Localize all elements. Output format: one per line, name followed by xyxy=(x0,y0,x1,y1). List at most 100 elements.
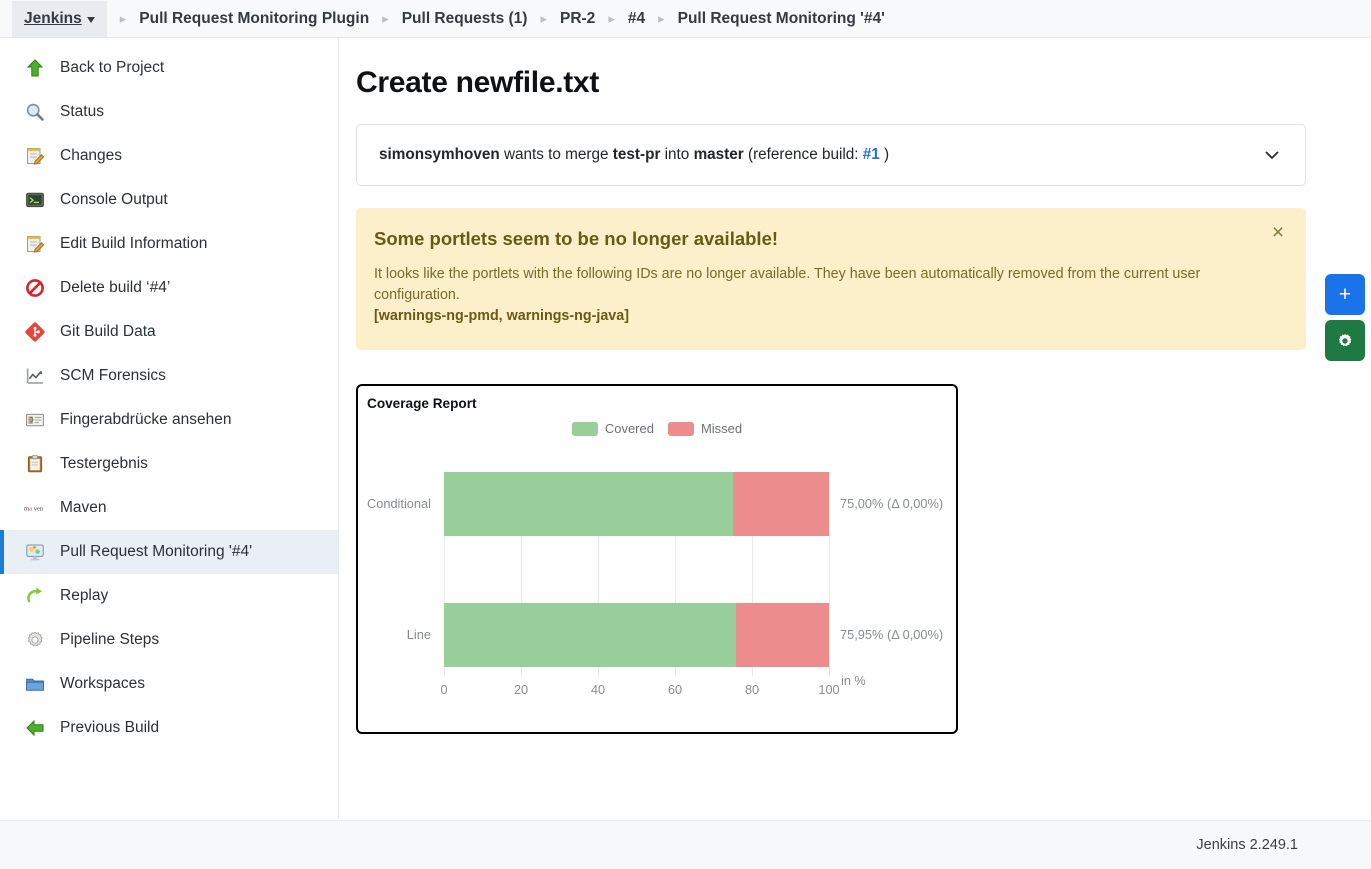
breadcrumb-separator-icon: ▸ xyxy=(119,10,127,26)
chart-gridline xyxy=(829,472,830,668)
legend-entry-missed[interactable]: Missed xyxy=(667,421,743,437)
sidebar-item-label: Delete build ‘#4’ xyxy=(60,279,171,296)
up-arrow-icon xyxy=(24,57,46,79)
sidebar-item-edit-build-information[interactable]: Edit Build Information xyxy=(0,222,338,266)
chart-bar-row[interactable]: Line 75,95% (Δ 0,00%) xyxy=(407,603,943,668)
sidebar-item-previous-build[interactable]: Previous Build xyxy=(0,706,338,750)
chart-x-tick-label: 0 xyxy=(440,683,448,698)
sidebar-item-label: Pipeline Steps xyxy=(60,631,160,648)
chart-x-tick-mark xyxy=(752,667,753,677)
monitor-icon xyxy=(24,541,46,563)
sidebar-item-label: Workspaces xyxy=(60,675,145,692)
sidebar-item-scm-forensics[interactable]: SCM Forensics xyxy=(0,354,338,398)
sidebar-item-label: Maven xyxy=(60,499,107,516)
breadcrumb-item-plugin[interactable]: Pull Request Monitoring Plugin xyxy=(139,10,369,28)
legend-entry-covered[interactable]: Covered xyxy=(571,421,654,437)
sidebar-item-label: SCM Forensics xyxy=(60,367,166,384)
chart-x-tick-label: 20 xyxy=(513,683,529,698)
warning-portlet-ids: [warnings-ng-pmd, warnings-ng-java] xyxy=(374,308,629,325)
reference-build-link[interactable]: #1 xyxy=(863,146,880,163)
sidebar-item-changes[interactable]: Changes xyxy=(0,134,338,178)
gear-icon xyxy=(1338,333,1352,346)
add-portlet-button[interactable]: + xyxy=(1325,274,1365,315)
chart-category-label: Conditional xyxy=(366,496,431,512)
sidebar-item-pull-request-monitoring[interactable]: Pull Request Monitoring '#4' xyxy=(0,530,338,574)
sidebar-item-workspaces[interactable]: Workspaces xyxy=(0,662,338,706)
pull-request-summary-text: simonsymhoven wants to merge test-pr int… xyxy=(379,146,889,164)
sidebar-item-pipeline-steps[interactable]: Pipeline Steps xyxy=(0,618,338,662)
chevron-down-icon xyxy=(86,16,95,23)
chart-bar-segment-missed[interactable] xyxy=(732,472,829,537)
breadcrumb-item-pull-requests[interactable]: Pull Requests (1) xyxy=(402,10,528,28)
legend-label-missed: Missed xyxy=(700,421,743,437)
breadcrumb: Jenkins ▸ Pull Request Monitoring Plugin… xyxy=(0,0,1371,38)
breadcrumb-separator-icon: ▸ xyxy=(608,10,615,26)
chart-x-tick-label: 80 xyxy=(744,683,760,698)
git-icon xyxy=(24,321,46,343)
jenkins-version-label: Jenkins 2.249.1 xyxy=(1196,837,1298,853)
sidebar-item-label: Replay xyxy=(60,587,109,604)
breadcrumb-item-jenkins[interactable]: Jenkins xyxy=(12,0,107,37)
legend-label-covered: Covered xyxy=(604,421,654,437)
portlets-warning-banner: Some portlets seem to be no longer avail… xyxy=(356,208,1306,351)
coverage-report-card: Coverage Report Covered Missed Condition… xyxy=(356,384,958,735)
sidebar-item-back-to-project[interactable]: Back to Project xyxy=(0,46,338,90)
chart-x-tick-mark xyxy=(444,667,445,677)
chart-x-tick-label: 60 xyxy=(667,683,683,698)
sidebar-item-delete-build[interactable]: Delete build ‘#4’ xyxy=(0,266,338,310)
chart-x-tick-mark xyxy=(675,667,676,677)
pr-into: into xyxy=(660,146,694,163)
chart-bar-row[interactable]: Conditional 75,00% (Δ 0,00%) xyxy=(367,472,943,537)
svg-text:a: a xyxy=(29,506,32,513)
floating-action-buttons: + xyxy=(1325,274,1365,361)
chart-bar-segment-missed[interactable] xyxy=(736,603,829,668)
chart-bar-segment-covered[interactable] xyxy=(444,472,733,537)
breadcrumb-item-build-4[interactable]: #4 xyxy=(628,10,645,28)
svg-text:ven: ven xyxy=(34,506,44,513)
sidebar-item-fingerprints[interactable]: Fingerabdrücke ansehen xyxy=(0,398,338,442)
terminal-icon xyxy=(24,189,46,211)
chart-value-label: 75,00% (Δ 0,00%) xyxy=(840,496,944,512)
chart-value-label: 75,95% (Δ 0,00%) xyxy=(840,627,944,643)
chart-unit-label: in % xyxy=(841,674,866,689)
coverage-report-title: Coverage Report xyxy=(367,396,477,412)
sidebar-item-status[interactable]: Status xyxy=(0,90,338,134)
maven-icon: m a ven xyxy=(24,497,46,519)
sidebar-item-label: Status xyxy=(60,103,104,120)
sidebar-item-testergebnis[interactable]: Testergebnis xyxy=(0,442,338,486)
breadcrumb-item-pr-monitoring[interactable]: Pull Request Monitoring '#4' xyxy=(678,10,885,28)
sidebar-item-label: Git Build Data xyxy=(60,323,156,340)
chart-bar-segment-covered[interactable] xyxy=(444,603,737,668)
sidebar-item-git-build-data[interactable]: Git Build Data xyxy=(0,310,338,354)
sidebar-item-console-output[interactable]: Console Output xyxy=(0,178,338,222)
warning-title: Some portlets seem to be no longer avail… xyxy=(374,228,779,249)
main-content: Create newfile.txt simonsymhoven wants t… xyxy=(339,38,1371,819)
no-entry-icon xyxy=(24,277,46,299)
chart-plot-area: Conditional 75,00% (Δ 0,00%) Line 75,95% (Δ… xyxy=(367,472,943,668)
breadcrumb-item-pr-2[interactable]: PR-2 xyxy=(560,10,595,28)
pr-target-branch: master xyxy=(693,146,744,163)
sidebar-item-replay[interactable]: Replay xyxy=(0,574,338,618)
page-title: Create newfile.txt xyxy=(356,66,600,99)
breadcrumb-separator-icon: ▸ xyxy=(382,10,389,26)
settings-button[interactable] xyxy=(1325,320,1365,361)
svg-text:m: m xyxy=(24,506,29,513)
trend-chart-icon xyxy=(24,365,46,387)
sidebar-item-label: Changes xyxy=(60,147,123,164)
pull-request-summary-box[interactable]: simonsymhoven wants to merge test-pr int… xyxy=(356,124,1306,186)
close-icon[interactable]: × xyxy=(1266,220,1290,244)
jenkins-logo-label: Jenkins xyxy=(24,9,82,27)
sidebar: Back to Project Status Changes Console O… xyxy=(0,38,339,819)
pr-reference-suffix: ) xyxy=(879,146,890,163)
pr-source-branch: test-pr xyxy=(612,146,661,163)
sidebar-item-label: Back to Project xyxy=(60,59,165,76)
left-arrow-icon xyxy=(24,717,46,739)
gear-icon xyxy=(24,629,46,651)
sidebar-item-label: Fingerabdrücke ansehen xyxy=(60,411,232,428)
folder-icon xyxy=(24,673,46,695)
breadcrumb-separator-icon: ▸ xyxy=(658,10,665,26)
chart-category-label: Line xyxy=(406,627,431,643)
chevron-down-icon[interactable] xyxy=(1261,144,1283,166)
sidebar-item-maven[interactable]: m a ven Maven xyxy=(0,486,338,530)
chart-x-tick-mark xyxy=(521,667,522,677)
